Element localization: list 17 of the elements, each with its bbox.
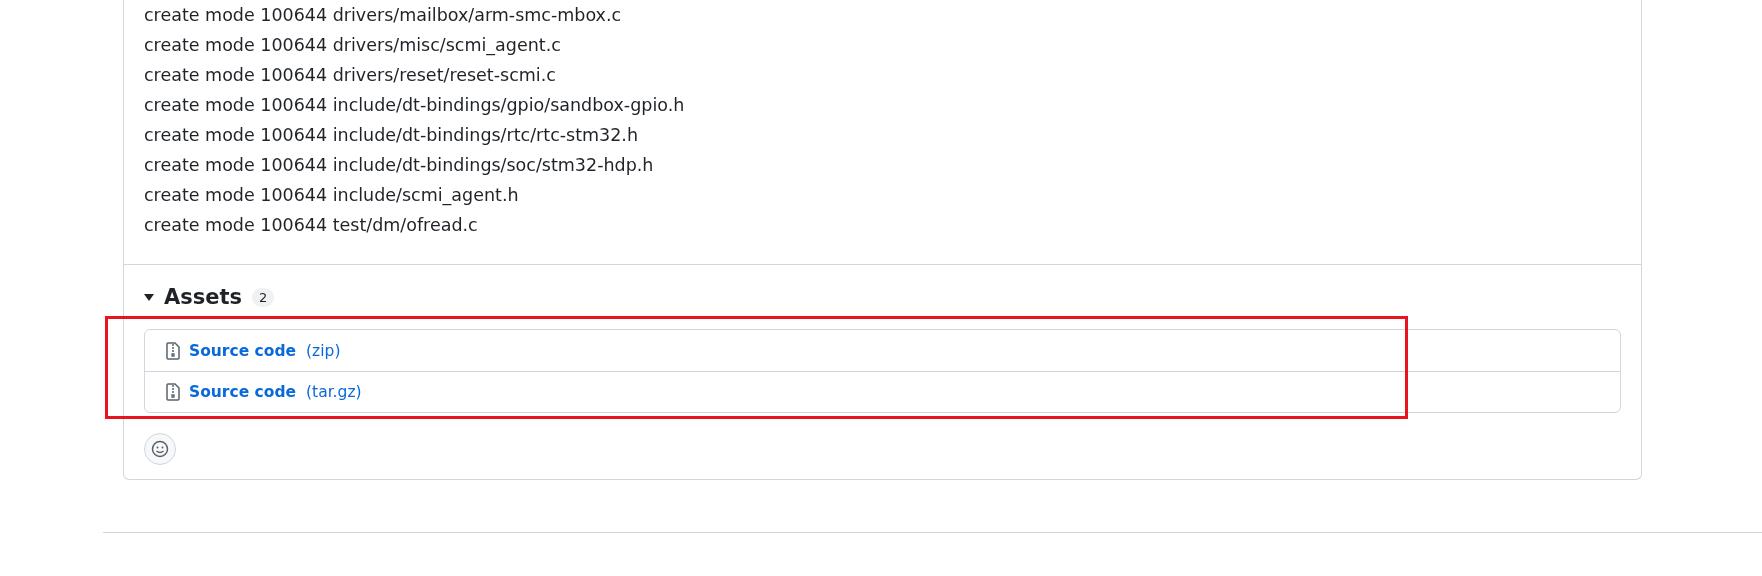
commit-output-line: create mode 100644 drivers/mailbox/arm-smc-mbox.c	[144, 4, 623, 27]
commit-output-line: create mode 100644 include/scmi_agent.h	[144, 184, 520, 208]
file-zip-icon	[165, 341, 181, 360]
file-zip-icon	[165, 383, 181, 401]
commit-output-line: create mode 100644 test/dm/ofread.c	[144, 214, 479, 237]
count-badge: 2	[252, 287, 275, 307]
commit-output-line: create mode 100644 include/dt-bindings/soc/stm32-hdp.h	[144, 154, 655, 177]
commit-output-line: create mode 100644 include/dt-bindings/gpio/sandbox-gpio.h	[144, 94, 686, 117]
caret-icon[interactable]	[144, 292, 154, 302]
commit-output-line: create mode 100644 drivers/misc/scmi_agent.c	[144, 34, 562, 58]
source-code-link[interactable]: Source code (tar.gz)	[189, 383, 362, 401]
section-title: Assets	[164, 285, 243, 309]
add-reaction-button[interactable]	[144, 433, 176, 465]
commit-output-line: create mode 100644 include/dt-bindings/rtc/rtc-stm32.h	[144, 124, 640, 147]
source-code-link[interactable]: Source code (zip)	[189, 341, 341, 360]
smiley-icon	[151, 440, 169, 458]
commit-output-line: create mode 100644 drivers/reset/reset-scmi.c	[144, 64, 557, 87]
